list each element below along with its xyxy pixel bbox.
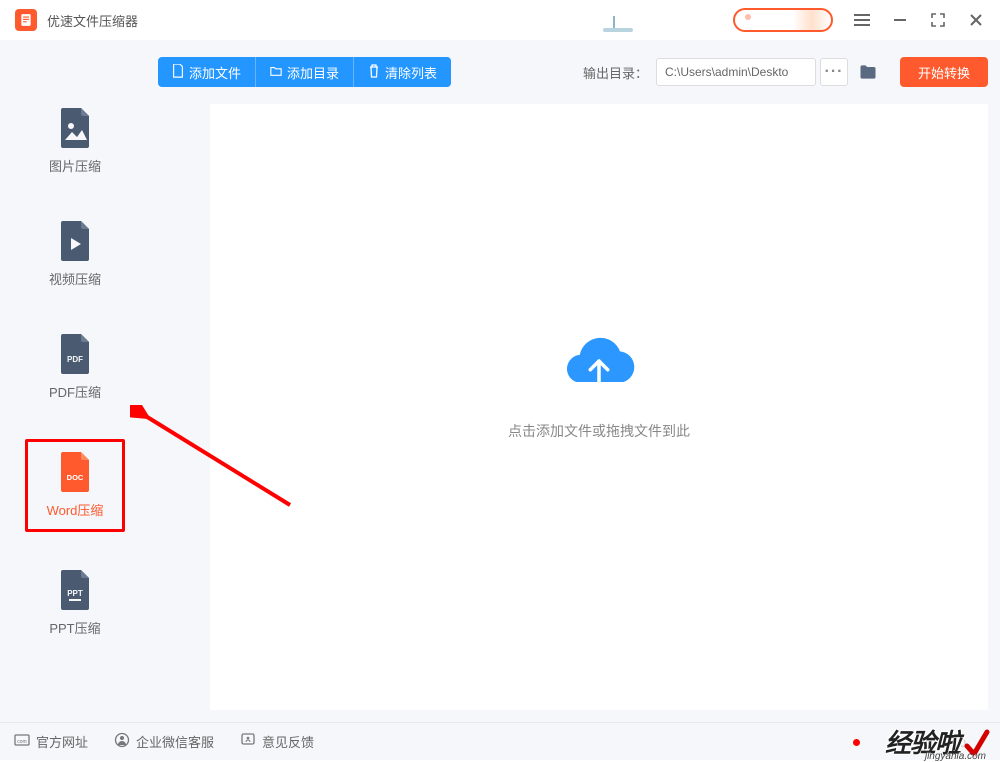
sidebar-item-label: Word压缩 <box>47 500 104 519</box>
support-icon <box>114 732 130 751</box>
notification-dot-icon <box>853 739 860 746</box>
svg-text:PPT: PPT <box>67 589 83 598</box>
clear-list-label: 清除列表 <box>385 63 437 82</box>
sidebar-item-ppt-compress[interactable]: PPT PPT压缩 <box>25 562 125 645</box>
feedback-icon <box>240 732 256 751</box>
website-icon: com <box>14 732 30 751</box>
feedback-label: 意见反馈 <box>262 732 314 751</box>
feedback-link[interactable]: 意见反馈 <box>240 732 314 751</box>
fullscreen-button[interactable] <box>929 11 947 29</box>
svg-text:DOC: DOC <box>67 473 84 482</box>
window-controls <box>853 11 985 29</box>
minimize-button[interactable] <box>891 11 909 29</box>
promo-badge[interactable] <box>733 8 833 32</box>
official-site-link[interactable]: com 官方网址 <box>14 732 88 751</box>
sidebar-item-label: 视频压缩 <box>49 269 101 288</box>
wechat-support-link[interactable]: 企业微信客服 <box>114 732 214 751</box>
file-add-icon <box>172 64 184 81</box>
menu-button[interactable] <box>853 11 871 29</box>
official-site-label: 官方网址 <box>36 732 88 751</box>
drop-zone-hint: 点击添加文件或拖拽文件到此 <box>508 421 690 441</box>
sidebar-item-image-compress[interactable]: 图片压缩 <box>25 100 125 183</box>
toolbar: 添加文件 添加目录 清除列表 输出目录： C:\Users\admin\Desk… <box>150 40 988 104</box>
main-area: 图片压缩 视频压缩 PDF PDF压缩 DOC Word压缩 PPT PPT压缩 <box>0 40 1000 722</box>
video-file-icon <box>59 221 91 261</box>
app-title: 优速文件压缩器 <box>47 11 138 30</box>
sidebar-item-label: 图片压缩 <box>49 156 101 175</box>
wechat-support-label: 企业微信客服 <box>136 732 214 751</box>
watermark: 经验啦 jingyanla.com <box>885 723 990 760</box>
add-folder-button[interactable]: 添加目录 <box>255 57 353 87</box>
folder-add-icon <box>270 64 282 81</box>
image-file-icon <box>59 108 91 148</box>
sidebar-item-word-compress[interactable]: DOC Word压缩 <box>25 439 125 532</box>
footer: com 官方网址 企业微信客服 意见反馈 2.0.0 经验啦 jingyanla… <box>0 722 1000 760</box>
close-button[interactable] <box>967 11 985 29</box>
sidebar-item-label: PPT压缩 <box>49 618 100 637</box>
ppt-file-icon: PPT <box>59 570 91 610</box>
open-folder-button[interactable] <box>854 58 882 86</box>
clear-list-button[interactable]: 清除列表 <box>353 57 451 87</box>
trash-icon <box>368 64 380 81</box>
sidebar-item-pdf-compress[interactable]: PDF PDF压缩 <box>25 326 125 409</box>
sidebar-item-video-compress[interactable]: 视频压缩 <box>25 213 125 296</box>
folder-icon <box>858 62 878 82</box>
add-folder-label: 添加目录 <box>287 63 339 82</box>
app-logo-icon <box>15 9 37 31</box>
drop-zone[interactable]: 点击添加文件或拖拽文件到此 <box>210 104 988 710</box>
watermark-sub: jingyanla.com <box>925 751 986 762</box>
svg-text:PDF: PDF <box>67 355 83 364</box>
start-convert-button[interactable]: 开始转换 <box>900 57 988 87</box>
browse-button[interactable]: ··· <box>820 58 848 86</box>
svg-text:com: com <box>17 739 26 745</box>
add-file-button[interactable]: 添加文件 <box>158 57 255 87</box>
sidebar-item-label: PDF压缩 <box>49 382 101 401</box>
output-dir-label: 输出目录： <box>583 63 648 82</box>
output-path-field[interactable]: C:\Users\admin\Deskto <box>656 58 816 86</box>
cloud-upload-icon <box>554 333 644 403</box>
decorative-mast-icon <box>603 8 633 32</box>
add-file-label: 添加文件 <box>189 63 241 82</box>
toolbar-button-group: 添加文件 添加目录 清除列表 <box>158 57 451 87</box>
drop-zone-graphic: 点击添加文件或拖拽文件到此 <box>508 333 690 441</box>
title-bar: 优速文件压缩器 <box>0 0 1000 40</box>
pdf-file-icon: PDF <box>59 334 91 374</box>
content-area: 添加文件 添加目录 清除列表 输出目录： C:\Users\admin\Desk… <box>150 40 1000 722</box>
doc-file-icon: DOC <box>59 452 91 492</box>
sidebar: 图片压缩 视频压缩 PDF PDF压缩 DOC Word压缩 PPT PPT压缩 <box>0 40 150 722</box>
